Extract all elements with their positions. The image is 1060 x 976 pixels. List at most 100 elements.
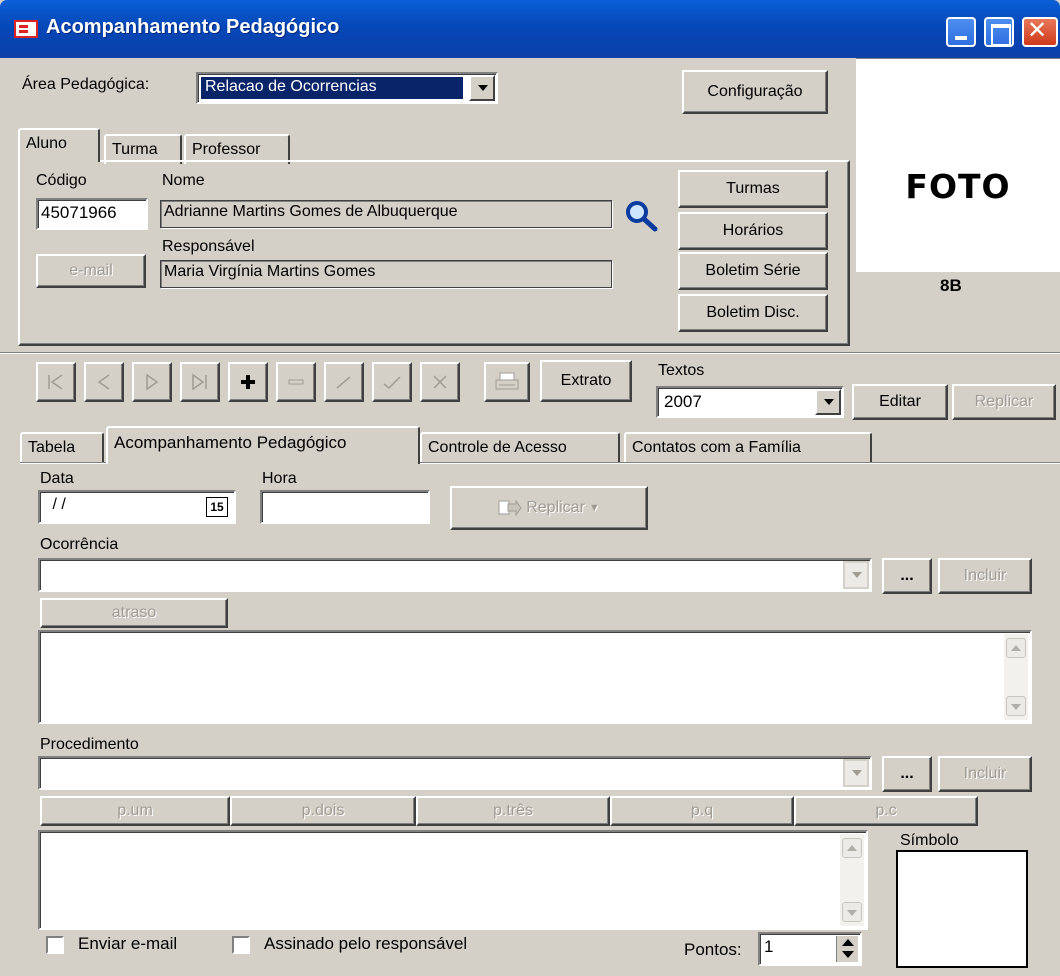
enviar-email-label: Enviar e-mail bbox=[78, 934, 178, 953]
nome-label: Nome bbox=[162, 172, 205, 189]
prior-icon bbox=[97, 374, 110, 390]
calendar-icon[interactable]: 15 bbox=[206, 497, 228, 517]
class-label: 8B bbox=[940, 276, 962, 295]
spinner-arrows-icon[interactable] bbox=[836, 936, 858, 962]
simbolo-box[interactable] bbox=[896, 850, 1028, 968]
tab-aluno[interactable]: Aluno bbox=[18, 128, 100, 162]
replicar-textos-button[interactable]: Replicar bbox=[952, 384, 1056, 420]
tab-acompanhamento[interactable]: Acompanhamento Pedagógico bbox=[106, 426, 420, 464]
title-bar[interactable]: Acompanhamento Pedagógico ✕ bbox=[0, 0, 1060, 58]
last-record-button[interactable] bbox=[180, 362, 220, 402]
first-record-button[interactable] bbox=[36, 362, 76, 402]
area-pedagogica-value: Relacao de Ocorrencias bbox=[201, 77, 463, 99]
procedimento-incluir-button[interactable]: Incluir bbox=[938, 756, 1032, 792]
replicate-icon bbox=[498, 499, 522, 517]
procedimento-select[interactable] bbox=[38, 756, 872, 790]
print-button[interactable] bbox=[484, 362, 530, 402]
scroll-up-icon[interactable] bbox=[1006, 638, 1026, 658]
codigo-label: Código bbox=[36, 172, 87, 189]
first-icon bbox=[48, 374, 63, 390]
photo-placeholder-text: FOTO bbox=[905, 167, 1011, 206]
procedimento-browse-button[interactable]: ... bbox=[882, 756, 932, 792]
minimize-button[interactable] bbox=[946, 17, 976, 47]
window-title: Acompanhamento Pedagógico bbox=[46, 16, 340, 38]
scroll-down-icon[interactable] bbox=[842, 902, 862, 922]
hora-field[interactable] bbox=[260, 490, 430, 524]
tab-tabela[interactable]: Tabela bbox=[20, 432, 104, 462]
delete-record-button[interactable] bbox=[276, 362, 316, 402]
email-button[interactable]: e-mail bbox=[36, 254, 146, 288]
data-label: Data bbox=[40, 470, 74, 487]
cancel-record-button[interactable] bbox=[420, 362, 460, 402]
assinado-checkbox[interactable] bbox=[232, 936, 250, 954]
chevron-down-icon[interactable] bbox=[815, 389, 841, 415]
codigo-field[interactable]: 45071966 bbox=[36, 198, 148, 230]
divider bbox=[0, 352, 1060, 354]
simbolo-label: Símbolo bbox=[900, 832, 959, 849]
maximize-button[interactable] bbox=[984, 17, 1014, 47]
data-field[interactable]: / / 15 bbox=[38, 490, 236, 524]
boletim-serie-button[interactable]: Boletim Série bbox=[678, 252, 828, 290]
extrato-button[interactable]: Extrato bbox=[540, 360, 632, 402]
textos-value: 2007 bbox=[664, 392, 702, 411]
prior-record-button[interactable] bbox=[84, 362, 124, 402]
procedimento-memo[interactable] bbox=[38, 830, 868, 930]
turmas-button[interactable]: Turmas bbox=[678, 170, 828, 208]
textos-label: Textos bbox=[658, 362, 705, 379]
search-icon[interactable] bbox=[622, 198, 664, 234]
replicar-label: Replicar bbox=[526, 499, 585, 516]
ocorrencia-browse-button[interactable]: ... bbox=[882, 558, 932, 594]
scroll-up-icon[interactable] bbox=[842, 838, 862, 858]
replicar-dropdown-button[interactable]: Replicar ▼ bbox=[450, 486, 648, 530]
tab-controle-acesso[interactable]: Controle de Acesso bbox=[420, 432, 620, 462]
last-icon bbox=[192, 373, 207, 391]
close-icon: ✕ bbox=[1026, 17, 1048, 44]
app-icon bbox=[14, 20, 38, 38]
caret-down-icon: ▼ bbox=[588, 502, 600, 514]
close-button[interactable]: ✕ bbox=[1022, 17, 1058, 47]
atraso-button[interactable]: atraso bbox=[40, 598, 228, 628]
edit-icon bbox=[336, 376, 351, 389]
p-c-button[interactable]: p.c bbox=[794, 796, 978, 826]
edit-record-button[interactable] bbox=[324, 362, 364, 402]
ocorrencia-select[interactable] bbox=[38, 558, 872, 592]
chevron-down-icon[interactable] bbox=[843, 561, 869, 589]
textos-select[interactable]: 2007 bbox=[656, 386, 844, 418]
ocorrencia-label: Ocorrência bbox=[40, 536, 119, 553]
printer-icon bbox=[495, 372, 519, 390]
procedimento-label: Procedimento bbox=[40, 736, 139, 753]
assinado-label: Assinado pelo responsável bbox=[264, 934, 468, 953]
cancel-icon bbox=[433, 375, 447, 389]
insert-record-button[interactable] bbox=[228, 362, 268, 402]
scroll-down-icon[interactable] bbox=[1006, 696, 1026, 716]
p-dois-button[interactable]: p.dois bbox=[230, 796, 416, 826]
tab-contatos-familia[interactable]: Contatos com a Família bbox=[624, 432, 872, 462]
horarios-button[interactable]: Horários bbox=[678, 212, 828, 250]
area-pedagogica-label: Área Pedagógica: bbox=[22, 76, 150, 93]
p-tres-button[interactable]: p.três bbox=[416, 796, 610, 826]
pontos-label: Pontos: bbox=[684, 940, 742, 959]
pontos-spinner[interactable]: 1 bbox=[758, 932, 862, 966]
hora-label: Hora bbox=[262, 470, 297, 487]
next-record-button[interactable] bbox=[132, 362, 172, 402]
p-um-button[interactable]: p.um bbox=[40, 796, 230, 826]
configuracao-button[interactable]: Configuração bbox=[682, 70, 828, 114]
p-q-button[interactable]: p.q bbox=[610, 796, 794, 826]
ocorrencia-memo[interactable] bbox=[38, 630, 1032, 724]
photo-frame: FOTO bbox=[856, 58, 1060, 272]
chevron-down-icon[interactable] bbox=[469, 75, 495, 101]
check-icon bbox=[383, 376, 401, 390]
area-pedagogica-select[interactable]: Relacao de Ocorrencias bbox=[196, 72, 498, 104]
plus-icon bbox=[241, 375, 255, 389]
nome-field: Adrianne Martins Gomes de Albuquerque bbox=[160, 200, 612, 228]
editar-button[interactable]: Editar bbox=[852, 384, 948, 420]
next-icon bbox=[146, 373, 159, 391]
minus-icon bbox=[288, 379, 304, 385]
responsavel-label: Responsável bbox=[162, 238, 255, 255]
ocorrencia-incluir-button[interactable]: Incluir bbox=[938, 558, 1032, 594]
post-record-button[interactable] bbox=[372, 362, 412, 402]
enviar-email-checkbox[interactable] bbox=[46, 936, 64, 954]
pontos-value: 1 bbox=[764, 937, 774, 956]
chevron-down-icon[interactable] bbox=[843, 759, 869, 787]
boletim-disc-button[interactable]: Boletim Disc. bbox=[678, 294, 828, 332]
